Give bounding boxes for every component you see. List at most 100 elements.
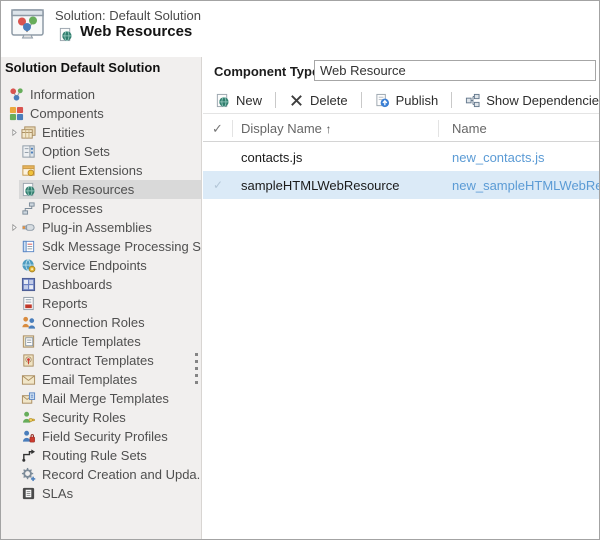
mail-merge-icon — [21, 391, 36, 406]
expander-spacer — [7, 487, 21, 501]
sidebar-item-record-creation-and-upda[interactable]: Record Creation and Upda... — [1, 465, 201, 484]
sidebar-item-label: Plug-in Assemblies — [42, 220, 152, 235]
display-name-cell: sampleHTMLWebResource — [233, 178, 439, 193]
toolbar-button-label: Publish — [396, 93, 439, 108]
sidebar-item-label: Security Roles — [42, 410, 126, 425]
page-header: Solution: Default Solution Web Resources — [1, 1, 599, 57]
main-panel: Component Type NewDeletePublishShow Depe… — [203, 57, 599, 539]
sidebar-item-service-endpoints[interactable]: Service Endpoints — [1, 256, 201, 275]
publish-button[interactable]: Publish — [371, 91, 443, 110]
new-icon — [215, 93, 230, 108]
sidebar-item-article-templates[interactable]: Article Templates — [1, 332, 201, 351]
information-icon — [9, 87, 24, 102]
sidebar-item-client-extensions[interactable]: Client Extensions — [1, 161, 201, 180]
sort-ascending-icon: ↑ — [326, 122, 332, 136]
sidebar-item-web-resources[interactable]: Web Resources — [1, 180, 201, 199]
reports-icon — [21, 296, 36, 311]
toolbar-button-label: New — [236, 93, 262, 108]
check-icon: ✓ — [212, 121, 223, 136]
sidebar-item-email-templates[interactable]: Email Templates — [1, 370, 201, 389]
sidebar-item-processes[interactable]: Processes — [1, 199, 201, 218]
expander-spacer — [7, 354, 21, 368]
sidebar-item-label: Option Sets — [42, 144, 110, 159]
client-extensions-icon — [21, 163, 36, 178]
row-checkbox[interactable]: ✓ — [203, 178, 233, 192]
sidebar-item-list: Information Components Entities Option Sets… — [1, 85, 201, 503]
sidebar-item-sdk-message-processing-s[interactable]: Sdk Message Processing S... — [1, 237, 201, 256]
delete-button[interactable]: Delete — [285, 91, 352, 110]
toolbar-button-label: Delete — [310, 93, 348, 108]
processes-icon — [21, 201, 36, 216]
page-title: Web Resources — [80, 23, 192, 40]
sidebar-item-label: Sdk Message Processing S... — [42, 239, 202, 254]
expander-spacer — [7, 411, 21, 425]
column-header-display-name[interactable]: Display Name ↑ — [233, 120, 439, 137]
expander-spacer — [7, 449, 21, 463]
table-row[interactable]: ✓sampleHTMLWebResource new_sampleHTMLWebR… — [203, 171, 599, 199]
table-row[interactable]: contacts.js new_contacts.js — [203, 143, 599, 171]
select-all-checkbox[interactable]: ✓ — [203, 120, 233, 137]
sidebar-item-label: Mail Merge Templates — [42, 391, 169, 406]
column-label: Display Name — [241, 121, 322, 136]
expander-spacer — [7, 164, 21, 178]
sidebar-item-connection-roles[interactable]: Connection Roles — [1, 313, 201, 332]
option-sets-icon — [21, 144, 36, 159]
sidebar-item-reports[interactable]: Reports — [1, 294, 201, 313]
expander-icon[interactable] — [7, 126, 21, 140]
sidebar-item-option-sets[interactable]: Option Sets — [1, 142, 201, 161]
field-security-icon — [21, 429, 36, 444]
record-creation-icon — [21, 467, 36, 482]
expander-icon[interactable] — [7, 221, 21, 235]
expander-spacer — [7, 259, 21, 273]
sidebar-item-contract-templates[interactable]: Contract Templates — [1, 351, 201, 370]
service-endpoints-icon — [21, 258, 36, 273]
name-link[interactable]: new_contacts.js — [452, 150, 545, 165]
toolbar: New Delete Publish Show Dependencies — [203, 87, 599, 114]
publish-icon — [375, 93, 390, 108]
sidebar-item-plug-in-assemblies[interactable]: Plug-in Assemblies — [1, 218, 201, 237]
expander-spacer — [7, 392, 21, 406]
expander-spacer — [7, 202, 21, 216]
splitter-handle[interactable] — [195, 353, 198, 384]
dashboards-icon — [21, 277, 36, 292]
sidebar-item-slas[interactable]: SLAs — [1, 484, 201, 503]
sidebar-item-label: Components — [30, 106, 104, 121]
expander-spacer — [7, 278, 21, 292]
sidebar-item-label: Information — [30, 87, 95, 102]
sidebar-item-security-roles[interactable]: Security Roles — [1, 408, 201, 427]
sidebar-item-routing-rule-sets[interactable]: Routing Rule Sets — [1, 446, 201, 465]
routing-rule-icon — [21, 448, 36, 463]
article-templates-icon — [21, 334, 36, 349]
show-dependencies-icon — [465, 93, 480, 108]
connection-roles-icon — [21, 315, 36, 330]
name-link[interactable]: new_sampleHTMLWebRes... — [452, 178, 599, 193]
solution-icon — [11, 9, 45, 39]
sidebar-item-dashboards[interactable]: Dashboards — [1, 275, 201, 294]
sidebar-item-mail-merge-templates[interactable]: Mail Merge Templates — [1, 389, 201, 408]
sidebar-item-label: Service Endpoints — [42, 258, 147, 273]
security-roles-icon — [21, 410, 36, 425]
sidebar-item-label: Field Security Profiles — [42, 429, 168, 444]
show-dependencies-button[interactable]: Show Dependencies — [461, 91, 600, 110]
sidebar-item-label: Web Resources — [42, 182, 134, 197]
expander-spacer — [7, 373, 21, 387]
sidebar-item-label: Entities — [42, 125, 85, 140]
toolbar-separator — [361, 92, 362, 108]
table-body: contacts.js new_contacts.js ✓sampleHTMLWeb… — [203, 143, 599, 199]
display-name-cell: contacts.js — [233, 150, 439, 165]
toolbar-separator — [451, 92, 452, 108]
sidebar-item-entities[interactable]: Entities — [1, 123, 201, 142]
column-header-name[interactable]: Name — [439, 120, 599, 137]
sidebar-item-components[interactable]: Components — [1, 104, 201, 123]
sidebar-item-information[interactable]: Information — [1, 85, 201, 104]
column-label: Name — [452, 121, 487, 136]
name-cell: new_contacts.js — [439, 150, 599, 165]
new-button[interactable]: New — [211, 91, 266, 110]
sidebar-item-label: SLAs — [42, 486, 73, 501]
sidebar-item-label: Email Templates — [42, 372, 137, 387]
sidebar: Solution Default Solution InformationCom… — [1, 57, 202, 539]
sidebar-item-label: Client Extensions — [42, 163, 142, 178]
sidebar-item-field-security-profiles[interactable]: Field Security Profiles — [1, 427, 201, 446]
solution-breadcrumb: Solution: Default Solution — [55, 8, 201, 23]
component-type-select[interactable] — [314, 60, 596, 81]
